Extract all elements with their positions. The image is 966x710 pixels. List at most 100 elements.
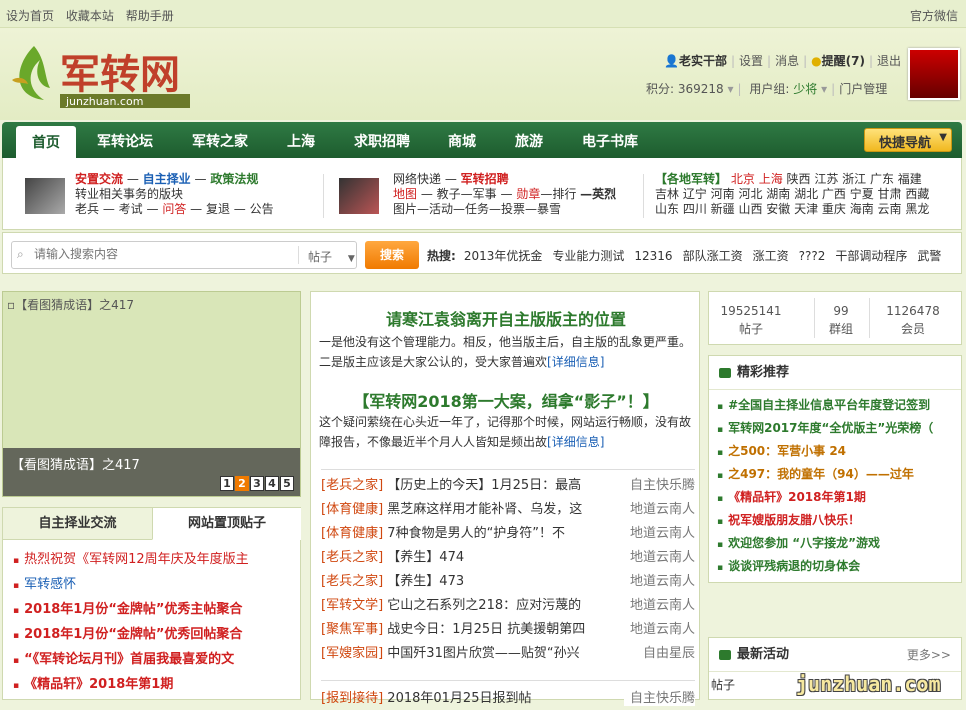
remind-link[interactable]: 提醒(7) <box>822 54 865 68</box>
hot-item[interactable]: 2013年优抚金 <box>464 249 543 263</box>
thread-row[interactable]: [老兵之家] 【养生】473 地道云南人 <box>321 570 695 594</box>
slider-pager: 12345 <box>219 476 294 491</box>
link-qa[interactable]: 问答 <box>162 202 186 216</box>
link-military[interactable]: 教子—军事 <box>437 187 497 201</box>
help-link[interactable]: 帮助手册 <box>126 9 174 23</box>
list-item[interactable]: 祝军嫂版朋友腊八快乐！ <box>717 511 961 534</box>
list-item[interactable]: 谈谈评残病退的切身体会 <box>717 557 961 580</box>
link-placement[interactable]: 安置交流 <box>75 172 123 186</box>
list-item[interactable]: 之500：军营小事 24 <box>717 442 961 465</box>
hot-item[interactable]: 专业能力测试 <box>552 249 624 263</box>
more-link[interactable]: 更多>> <box>907 638 951 672</box>
tab-self-employ[interactable]: 自主择业交流 <box>3 508 152 540</box>
search-type-select[interactable]: 帖子 ▼ <box>308 248 355 265</box>
list-item[interactable]: 《精品轩》2018年第1期 <box>717 488 961 511</box>
hot-item[interactable]: 12316 <box>634 249 672 263</box>
caret-down-icon: ▼ <box>347 254 355 264</box>
members-count: 1126478 <box>886 304 940 318</box>
list-item[interactable]: 《精品轩》2018年第1期 <box>13 673 249 698</box>
search-input[interactable] <box>34 247 294 261</box>
watermark: junzhuan.com <box>796 672 941 696</box>
image-slider[interactable]: ▫【看图猜成语】之417 【看图猜成语】之417 12345 <box>2 291 301 497</box>
thread-row[interactable]: [体育健康] 7种食物是男人的“护身符”！不 地道云南人 <box>321 522 695 546</box>
nav-home-club[interactable]: 军转之家 <box>192 131 248 151</box>
slider-page[interactable]: 1 <box>220 476 234 491</box>
wechat-link[interactable]: 官方微信 <box>910 7 958 24</box>
link-recruit[interactable]: 军转招聘 <box>461 172 509 186</box>
messages-link[interactable]: 消息 <box>775 54 799 68</box>
group-link[interactable]: 少将 <box>793 82 817 96</box>
thread-row[interactable]: [军转文学] 它山之石系列之218：应对污蔑的 地道云南人 <box>321 594 695 618</box>
list-item[interactable]: 之497：我的童年（94）——过年 <box>717 465 961 488</box>
slider-page[interactable]: 2 <box>235 476 249 491</box>
hot-item[interactable]: 涨工资 <box>753 249 789 263</box>
settings-link[interactable]: 设置 <box>739 54 763 68</box>
link-veterans[interactable]: 老兵 <box>75 202 99 216</box>
list-item[interactable]: 2018年1月份“金牌帖”优秀回帖聚合 <box>13 623 249 648</box>
site-logo[interactable]: 军转网 junzhuan.com <box>4 36 204 116</box>
hot-item[interactable]: ???2 <box>799 249 826 263</box>
site-stats: 19525141 帖子 99 群组 1126478 会员 <box>708 291 962 345</box>
hot-item[interactable]: 部队涨工资 <box>683 249 743 263</box>
portal-link[interactable]: 门户管理 <box>839 82 887 96</box>
points-link[interactable]: 积分: 369218 <box>646 82 724 96</box>
list-item[interactable]: “《军转论坛月刊》首届我最喜爱的文 <box>13 648 249 673</box>
link-heroes[interactable]: —英烈 <box>580 187 616 201</box>
bookmark-link[interactable]: 收藏本站 <box>66 9 114 23</box>
link-express[interactable]: 网络快递 <box>393 172 441 186</box>
list-item[interactable]: 军转感怀 <box>13 573 249 598</box>
thread-row[interactable]: [老兵之家] 【养生】474 地道云南人 <box>321 546 695 570</box>
link-retire[interactable]: 复退 <box>206 202 230 216</box>
list-item[interactable]: 2018年1月份“金牌帖”优秀主帖聚合 <box>13 598 249 623</box>
quick-nav-button[interactable]: 快捷导航 ▼ <box>864 128 952 152</box>
thread-row[interactable]: [报到接待] 2018年01月25日报到帖 自主快乐腾 <box>321 680 695 710</box>
thread-row[interactable]: [老兵之家] 【历史上的今天】1月25日：最高 自主快乐腾 <box>321 474 695 498</box>
link-policy[interactable]: 政策法规 <box>210 172 258 186</box>
link-ranking[interactable]: —排行 <box>540 187 576 201</box>
search-button[interactable]: 搜索 <box>365 241 419 269</box>
headline-2[interactable]: 【军转网2018第一大案，缉拿“影子”！】 <box>311 388 701 412</box>
list-item[interactable]: 热烈祝贺《军转网12周年庆及年度版主 <box>13 548 249 573</box>
headline-1[interactable]: 请寒江袁翁离开自主版版主的位置 <box>311 306 701 330</box>
link-exam[interactable]: 考试 <box>119 202 143 216</box>
set-homepage-link[interactable]: 设为首页 <box>6 9 54 23</box>
avatar[interactable] <box>908 48 960 100</box>
list-item[interactable]: 欢迎您参加 “八字接龙”游戏 <box>717 534 961 557</box>
detail-link[interactable]: [详细信息] <box>547 435 604 449</box>
link-map[interactable]: 地图 <box>393 187 417 201</box>
nav-shanghai[interactable]: 上海 <box>287 131 315 151</box>
hot-item[interactable]: 武警 <box>917 249 941 263</box>
link-provinces-3[interactable]: 山东 四川 新疆 山西 安徽 天津 重庆 海南 云南 黑龙 <box>655 202 929 217</box>
nav-mall[interactable]: 商城 <box>448 131 476 151</box>
link-beijing[interactable]: 北京 <box>731 172 755 186</box>
recommend-panel: 精彩推荐 #全国自主择业信息平台年度登记签到 军转网2017年度“全优版主”光荣… <box>708 355 962 583</box>
subnav-desc: 转业相关事务的版块 <box>75 187 184 201</box>
nav-ebooks[interactable]: 电子书库 <box>582 131 638 151</box>
slider-page[interactable]: 5 <box>280 476 294 491</box>
detail-link[interactable]: [详细信息] <box>547 355 604 369</box>
nav-jobs[interactable]: 求职招聘 <box>354 131 410 151</box>
slider-page[interactable]: 4 <box>265 476 279 491</box>
link-self-employ[interactable]: 自主择业 <box>143 172 191 186</box>
list-item[interactable]: #全国自主择业信息平台年度登记签到 <box>717 396 961 419</box>
link-misc[interactable]: 图片—活动—任务—投票—暴雪 <box>393 202 616 217</box>
nav-forum[interactable]: 军转论坛 <box>97 131 153 151</box>
sub-nav: 安置交流 — 自主择业 — 政策法规 转业相关事务的版块 老兵 — 考试 — 问… <box>2 158 962 230</box>
thread-row[interactable]: [军嫂家园] 中国歼31图片欣赏——贴贺“孙兴 自由星辰 <box>321 642 695 666</box>
thread-row[interactable]: [聚焦军事] 战史今日：1月25日 抗美援朝第四 地道云南人 <box>321 618 695 642</box>
link-provinces-1[interactable]: 陕西 江苏 浙江 广东 福建 <box>787 172 922 186</box>
thread-list: [老兵之家] 【历史上的今天】1月25日：最高 自主快乐腾 [体育健康] 黑芝麻这… <box>321 469 695 710</box>
hot-item[interactable]: 干部调动程序 <box>835 249 907 263</box>
link-provinces-2[interactable]: 吉林 辽宁 河南 河北 湖南 湖北 广西 宁夏 甘肃 西藏 <box>655 187 929 202</box>
slider-page[interactable]: 3 <box>250 476 264 491</box>
username[interactable]: 老实干部 <box>679 54 727 68</box>
tab-pinned[interactable]: 网站置顶贴子 <box>152 508 301 540</box>
nav-home[interactable]: 首页 <box>16 126 76 158</box>
link-shanghai[interactable]: 上海 <box>759 172 783 186</box>
logout-link[interactable]: 退出 <box>877 54 901 68</box>
link-medals[interactable]: 勋章 <box>516 187 540 201</box>
thread-row[interactable]: [体育健康] 黑芝麻这样用才能补肾、乌发，这 地道云南人 <box>321 498 695 522</box>
list-item[interactable]: 军转网2017年度“全优版主”光荣榜（ <box>717 419 961 442</box>
link-notice[interactable]: 公告 <box>250 202 274 216</box>
nav-travel[interactable]: 旅游 <box>515 131 543 151</box>
